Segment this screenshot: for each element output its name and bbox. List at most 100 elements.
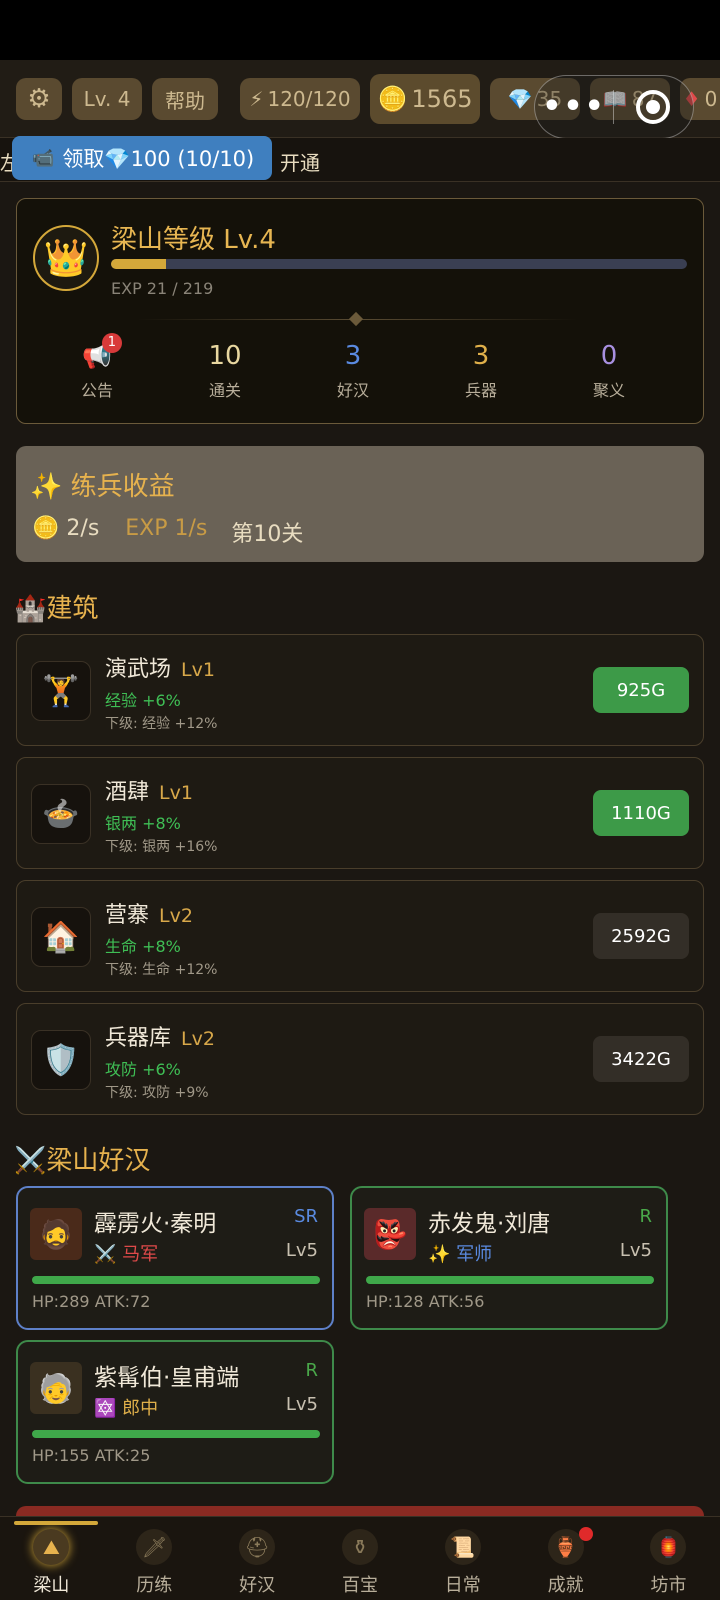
close-target-icon[interactable] xyxy=(636,90,670,124)
status-bar xyxy=(0,0,720,60)
claim-label: 领取💎100 (10/10) xyxy=(62,147,255,171)
stat-value: 3 xyxy=(472,341,490,371)
coin-icon: 🪙 xyxy=(32,516,60,541)
nav-market[interactable]: 🏮 坊市 xyxy=(617,1517,720,1600)
stat-label: 兵器 xyxy=(464,381,497,400)
hero-level: Lv5 xyxy=(285,1240,318,1261)
building-card[interactable]: 🏠 营寨 Lv2 生命 +8% 下级: 生命 +12% 2592G xyxy=(16,880,704,992)
building-name: 演武场 xyxy=(105,657,172,682)
exp-progress-bar xyxy=(111,259,687,269)
extra-resource-value: 0 xyxy=(704,87,718,111)
nav-liangshan[interactable]: ⛰ 梁山 xyxy=(0,1517,103,1600)
building-bonus: 银两 +8% xyxy=(105,814,181,833)
coin-icon: 🪙 xyxy=(377,85,408,113)
buildings-heading-text: 建筑 xyxy=(46,594,99,624)
bowl-icon: 🍲 xyxy=(31,784,91,844)
helmet-icon: ⛑ xyxy=(239,1529,276,1565)
weightlifter-icon: 🏋️ xyxy=(31,661,91,721)
capsule-divider xyxy=(613,90,614,124)
shop-icon: 🏮 xyxy=(650,1529,687,1565)
stat-heroes[interactable]: 3 好汉 xyxy=(293,339,413,401)
hero-card[interactable]: 🧔 霹雳火·秦明 SR ⚔️ 马军 Lv5 HP:289 ATK:72 xyxy=(16,1186,334,1330)
building-card[interactable]: 🍲 酒肆 Lv1 银两 +8% 下级: 银两 +16% 1110G xyxy=(16,757,704,869)
hero-portrait: 🧓 xyxy=(30,1362,82,1414)
nav-label: 坊市 xyxy=(650,1575,687,1596)
stat-weapons[interactable]: 3 兵器 xyxy=(421,339,541,401)
hero-hp-bar xyxy=(32,1430,320,1438)
building-card[interactable]: 🛡️ 兵器库 Lv2 攻防 +6% 下级: 攻防 +9% 3422G xyxy=(16,1003,704,1115)
hero-hp-fill xyxy=(366,1276,654,1284)
upgrade-button[interactable]: 2592G xyxy=(593,913,689,959)
hero-hp-bar xyxy=(32,1276,320,1284)
settings-gear-icon[interactable]: ⚙ xyxy=(16,78,62,120)
upgrade-button[interactable]: 1110G xyxy=(593,790,689,836)
gold-rate-value: 2/s xyxy=(66,516,100,541)
hero-level: Lv5 xyxy=(619,1240,652,1261)
training-title: ✨ 练兵收益 xyxy=(30,472,175,502)
stat-label: 好汉 xyxy=(336,381,369,400)
nav-label: 好汉 xyxy=(239,1575,276,1596)
hero-class: 郎中 xyxy=(122,1398,159,1419)
nav-treasure[interactable]: ⚱ 百宝 xyxy=(309,1517,412,1600)
video-camera-icon: 📹 xyxy=(32,147,55,169)
building-bonus: 生命 +8% xyxy=(105,937,181,956)
hero-class: 军师 xyxy=(456,1244,493,1265)
level-title: 梁山等级 Lv.4 xyxy=(111,225,276,255)
energy-value: 120/120 xyxy=(267,87,351,111)
castle-icon: 🏰 xyxy=(14,594,47,624)
player-level-pill: Lv. 4 xyxy=(72,78,142,120)
nav-label: 百宝 xyxy=(341,1575,378,1596)
coins-pill[interactable]: 🪙 1565 xyxy=(370,74,480,124)
exp-text: EXP 21 / 219 xyxy=(111,279,214,298)
upgrade-button[interactable]: 3422G xyxy=(593,1036,689,1082)
building-name: 酒肆 xyxy=(105,780,150,805)
hero-class: 马军 xyxy=(122,1244,159,1265)
stat-value: 3 xyxy=(344,341,362,371)
current-stage: 第10关 xyxy=(231,522,304,547)
building-bonus: 经验 +6% xyxy=(105,691,181,710)
stat-value: 0 xyxy=(600,341,618,371)
training-income-panel: ✨ 练兵收益 🪙 2/s EXP 1/s 第10关 xyxy=(16,446,704,562)
heroes-heading: ⚔️梁山好汉 xyxy=(14,1140,150,1177)
building-level: Lv2 xyxy=(181,1028,215,1050)
miniprogram-capsule: ••• xyxy=(534,75,694,139)
hero-portrait: 👺 xyxy=(364,1208,416,1260)
building-card[interactable]: 🏋️ 演武场 Lv1 经验 +6% 下级: 经验 +12% 925G xyxy=(16,634,704,746)
stat-label: 聚义 xyxy=(592,381,625,400)
stat-gathering[interactable]: 0 聚义 xyxy=(549,339,669,401)
stat-announcement[interactable]: 📢 1 公告 xyxy=(37,333,157,401)
gold-rate: 🪙 2/s xyxy=(32,516,99,548)
nav-daily[interactable]: 📜 日常 xyxy=(411,1517,514,1600)
claim-ad-reward-button[interactable]: 📹 领取💎100 (10/10) xyxy=(12,136,272,180)
exp-progress-fill xyxy=(111,259,167,269)
hero-stats: HP:155 ATK:25 xyxy=(32,1446,151,1465)
nav-heroes[interactable]: ⛑ 好汉 xyxy=(206,1517,309,1600)
hero-hp-fill xyxy=(32,1430,320,1438)
building-next-bonus: 下级: 生命 +12% xyxy=(105,962,218,978)
lightning-icon: ⚡ xyxy=(249,87,264,111)
nav-achievements[interactable]: 🏺 成就 xyxy=(514,1517,617,1600)
upgrade-button[interactable]: 925G xyxy=(593,667,689,713)
nav-training[interactable]: 🗡 历练 xyxy=(103,1517,206,1600)
hero-level: Lv5 xyxy=(285,1394,318,1415)
hero-rarity: SR xyxy=(294,1206,318,1227)
class-icon: ⚔️ xyxy=(94,1244,117,1265)
stat-label: 通关 xyxy=(208,381,241,400)
hero-card[interactable]: 🧓 紫髯伯·皇甫端 R 🔯 郎中 Lv5 HP:155 ATK:25 xyxy=(16,1340,334,1484)
notification-badge: 1 xyxy=(101,333,122,353)
active-tab-indicator xyxy=(14,1521,98,1525)
hero-name: 赤发鬼·刘唐 xyxy=(428,1211,551,1237)
energy-pill[interactable]: ⚡ 120/120 xyxy=(240,78,360,120)
megaphone-icon: 📢 1 xyxy=(82,333,122,373)
building-level: Lv1 xyxy=(159,782,193,804)
building-bonus: 攻防 +6% xyxy=(105,1060,181,1079)
hero-rarity: R xyxy=(305,1360,318,1381)
more-options-icon[interactable]: ••• xyxy=(535,92,613,122)
building-next-bonus: 下级: 银两 +16% xyxy=(105,839,218,855)
hero-stats: HP:128 ATK:56 xyxy=(366,1292,485,1311)
mountain-emblem-icon: ⛰ xyxy=(33,1529,70,1565)
help-button[interactable]: 帮助 xyxy=(152,78,218,120)
nav-label: 历练 xyxy=(136,1575,173,1596)
hero-card[interactable]: 👺 赤发鬼·刘唐 R ✨ 军师 Lv5 HP:128 ATK:56 xyxy=(350,1186,668,1330)
stat-stages-cleared[interactable]: 10 通关 xyxy=(165,339,285,401)
